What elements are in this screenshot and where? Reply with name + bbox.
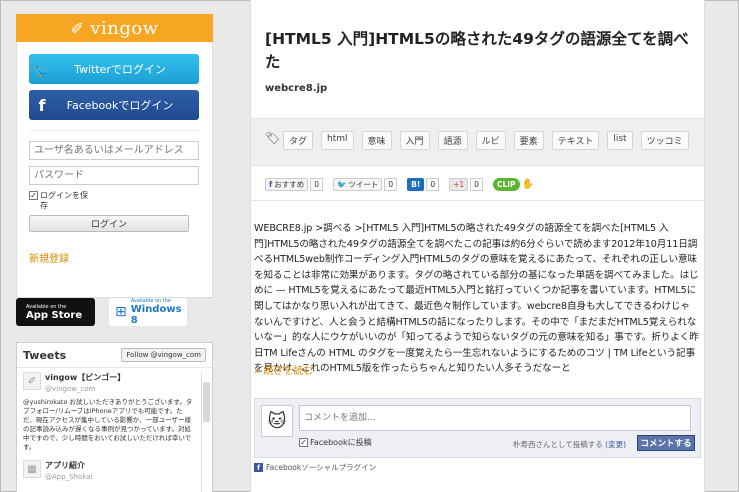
posting-as: 朴寿西さんとして投稿する (変更) [513, 439, 626, 450]
double-chevron-right-icon: » [254, 366, 261, 377]
recommend-share: f おすすめ 0 [265, 178, 324, 191]
tag-item[interactable]: タグ [283, 131, 314, 150]
windows-big-text: Windows 8 [130, 304, 182, 326]
hatena-count: 0 [426, 178, 440, 191]
comment-submit-button[interactable]: コメントする [637, 435, 695, 451]
avatar[interactable]: ✐ [23, 372, 41, 390]
tag-item[interactable]: テキスト [551, 131, 600, 150]
twitter-bird-icon: 🐦 [337, 180, 347, 189]
brand-logo[interactable]: ✐ vingow [16, 14, 213, 42]
tweet-label: ツイート [348, 180, 379, 189]
facebook-comment-box: 🐱 ✓ Facebookに投稿 朴寿西さんとして投稿する (変更) コメントする [254, 398, 701, 458]
remember-checkbox[interactable]: ✓ [29, 191, 38, 200]
article-panel: [HTML5 入門]HTML5の略された49タグの語源全てを調べた webcre… [250, 0, 705, 492]
sidebar: ✐ vingow 🐦 Twitterでログイン f Facebookでログイン … [16, 14, 213, 492]
remember-label-line1: ログインを保 [40, 191, 88, 200]
tweet-author-handle[interactable]: @vingow_com [45, 385, 95, 393]
tag-item[interactable]: ツッコミ [640, 131, 689, 150]
gplus-share: +1 0 [449, 178, 483, 191]
app-badges: Available on the App Store ⊞ Available o… [16, 298, 187, 326]
facebook-social-plugin[interactable]: f Facebookソーシャルプラグイン [254, 462, 376, 473]
tag-item[interactable]: 意味 [361, 131, 392, 150]
logo-feather-icon: ✐ [70, 18, 85, 38]
divider [29, 130, 200, 131]
share-bar: f おすすめ 0 🐦 ツイート 0 B! 0 +1 0 CLIP ✋ [265, 178, 534, 191]
recommend-button[interactable]: f おすすめ [265, 178, 309, 191]
post-to-facebook-option[interactable]: ✓ Facebookに投稿 [299, 437, 372, 448]
tweet-author-handle[interactable]: @App_Shokai [45, 473, 93, 481]
remember-me[interactable]: ✓ ログインを保 存 [29, 191, 200, 211]
recommend-label: おすすめ [274, 180, 305, 189]
posting-as-label: 朴寿西さんとして投稿する [513, 440, 603, 449]
hatena-bookmark-button[interactable]: B! [407, 178, 425, 191]
tag-item[interactable]: ルビ [475, 131, 506, 150]
tweet-list[interactable]: ✐ vingow【ビンゴー】 @vingow_com @yushirokato … [17, 368, 212, 492]
tag-bar: 🏷 タグ html 意味 入門 語源 ルビ 要素 テキスト list ツッコミ [251, 118, 704, 166]
tweet-text: @yushirokato お試しいただきありがとうございます。タブフォロー/リム… [23, 398, 193, 451]
clip-button[interactable]: CLIP [492, 178, 520, 191]
article-source[interactable]: webcre8.jp [265, 83, 327, 94]
avatar: 🐱 [261, 405, 293, 437]
twitter-widget-header: Tweets Follow @vingow_com [17, 343, 212, 368]
avatar[interactable]: ▦ [23, 460, 41, 478]
facebook-icon: f [254, 463, 263, 472]
tag-item[interactable]: 入門 [399, 131, 430, 150]
login-button[interactable]: ログイン [29, 215, 189, 232]
article-title[interactable]: [HTML5 入門]HTML5の略された49タグの語源全てを調べた [265, 28, 690, 74]
facebook-login-label: Facebookでログイン [66, 99, 174, 112]
appstore-big-text: App Store [26, 309, 83, 321]
tweet-count: 0 [384, 178, 398, 191]
tweet-share: 🐦 ツイート 0 [333, 178, 398, 191]
scrollbar-thumb[interactable] [203, 382, 210, 422]
remember-label-line2: 存 [40, 201, 48, 210]
tweet-scrollbar[interactable] [201, 372, 210, 492]
facebook-login-button[interactable]: f Facebookでログイン [29, 90, 199, 120]
clip-share: CLIP ✋ [492, 178, 534, 191]
hatena-share: B! 0 [407, 178, 440, 191]
tag-item[interactable]: list [607, 131, 633, 150]
windows-store-badge[interactable]: ⊞ Available on the Windows 8 [109, 298, 187, 326]
post-to-facebook-checkbox[interactable]: ✓ [299, 438, 308, 447]
tag-item[interactable]: 語源 [437, 131, 468, 150]
read-more-label: 続きを読む [263, 366, 314, 377]
comment-input[interactable] [299, 405, 691, 431]
divider [251, 200, 704, 201]
twitter-widget-title: Tweets [23, 348, 67, 362]
social-plugin-label: Facebookソーシャルプラグイン [266, 463, 377, 472]
tag-list: タグ html 意味 入門 語源 ルビ 要素 テキスト list ツッコミ [283, 131, 689, 150]
follow-button[interactable]: Follow @vingow_com [121, 348, 206, 362]
tag-item[interactable]: html [321, 131, 354, 150]
signup-link[interactable]: 新規登録 [29, 250, 200, 265]
facebook-icon: f [38, 95, 46, 115]
facebook-like-icon: f [269, 180, 273, 189]
windows-icon: ⊞ [115, 304, 127, 320]
password-input[interactable] [29, 166, 199, 185]
tweet-author-name[interactable]: vingow【ビンゴー】 [45, 373, 125, 382]
twitter-login-button[interactable]: 🐦 Twitterでログイン [29, 54, 199, 84]
twitter-widget: Tweets Follow @vingow_com ✐ vingow【ビンゴー】… [16, 342, 213, 492]
username-input[interactable] [29, 141, 199, 160]
tag-item[interactable]: 要素 [513, 131, 544, 150]
app-store-badge[interactable]: Available on the App Store [16, 298, 95, 326]
tweet-header[interactable]: ✐ vingow【ビンゴー】 @vingow_com [17, 368, 212, 398]
twitter-bird-icon: 🐦 [32, 59, 52, 79]
change-account-link[interactable]: (変更) [605, 440, 626, 449]
post-to-facebook-label: Facebookに投稿 [310, 438, 372, 447]
gplus-count: 0 [470, 178, 483, 191]
twitter-login-label: Twitterでログイン [74, 63, 166, 76]
logo-text: vingow [90, 17, 159, 39]
tweet-header[interactable]: ▦ アプリ紹介 @App_Shokai [17, 456, 212, 486]
clip-hand-icon: ✋ [521, 179, 534, 190]
tweet-author-name[interactable]: アプリ紹介 [45, 461, 85, 470]
tweet-button[interactable]: 🐦 ツイート [333, 178, 383, 191]
read-more-link[interactable]: » 続きを読む [254, 362, 313, 377]
remember-label: ログインを保 存 [40, 191, 88, 211]
login-panel: 🐦 Twitterでログイン f Facebookでログイン ✓ ログインを保 … [16, 42, 213, 298]
gplus-button[interactable]: +1 [449, 178, 469, 191]
recommend-count: 0 [310, 178, 324, 191]
tag-icon: 🏷 [265, 131, 281, 145]
article-body: WEBCRE8.jp >調べる >[HTML5 入門]HTML5の略された49タ… [254, 223, 699, 375]
